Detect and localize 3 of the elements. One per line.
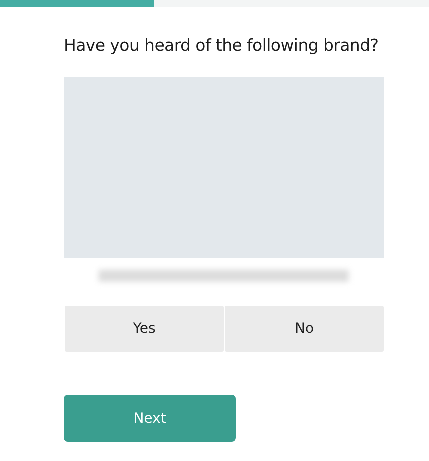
answer-button[interactable]: No — [225, 306, 384, 352]
question-heading: Have you heard of the following brand? — [64, 35, 379, 57]
answer-button[interactable]: Yes — [65, 306, 224, 352]
